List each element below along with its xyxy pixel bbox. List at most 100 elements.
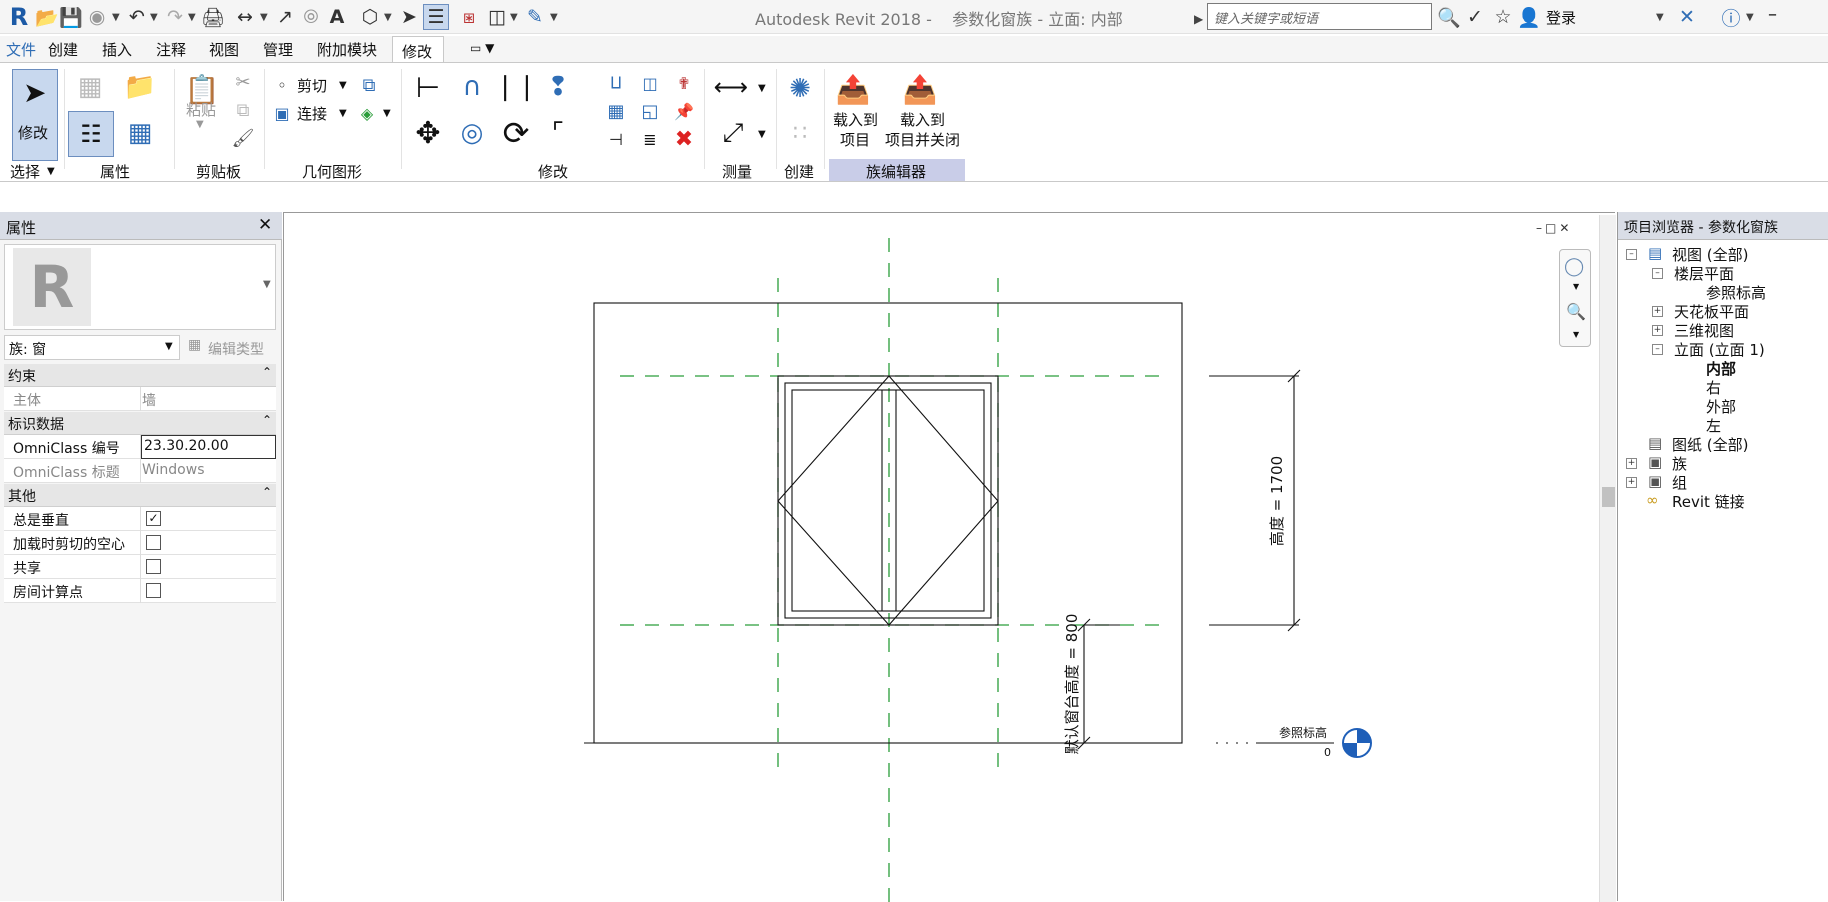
instance-filter-dropdown[interactable]: 族: 窗 ▼ [4, 335, 180, 360]
copy-icon[interactable]: ⧉ [232, 99, 254, 121]
section-icon[interactable]: ➤ [396, 4, 422, 30]
subscription-icon[interactable]: ✓ [1462, 4, 1488, 30]
load-into-project-label-2[interactable]: 项目 [840, 129, 870, 150]
tree-item-families[interactable]: 族 [1672, 453, 1687, 474]
load-and-close-label-1[interactable]: 载入到 [900, 109, 945, 130]
help-dropdown-icon[interactable]: ▼ [1746, 12, 1754, 23]
text-icon[interactable]: A [324, 4, 350, 30]
tree-item-groups[interactable]: 组 [1672, 472, 1687, 493]
sync-icon[interactable]: ◉ [84, 4, 110, 30]
type-dropdown-icon[interactable]: ▼ [263, 279, 271, 290]
scrollbar-thumb[interactable] [1602, 487, 1615, 507]
tree-item-revit-links[interactable]: Revit 链接 [1672, 491, 1745, 512]
steering-wheel-icon[interactable]: ◯ [1564, 256, 1584, 277]
tree-item-3d-views[interactable]: 三维视图 [1674, 320, 1734, 341]
edit-type-button[interactable]: ▦ 编辑类型 [184, 335, 276, 360]
select-dropdown-icon[interactable]: ▼ [47, 166, 55, 177]
tree-item-ref-level[interactable]: 参照标高 [1706, 282, 1766, 303]
zoom-dropdown-icon[interactable]: ▼ [1573, 330, 1579, 339]
tree-item-left[interactable]: 左 [1706, 415, 1721, 436]
copy-element-icon[interactable]: ◎ [454, 115, 490, 151]
tab-addins[interactable]: 附加模块 [317, 39, 377, 60]
redo-dropdown-icon[interactable]: ▼ [188, 12, 196, 23]
load-into-project-icon[interactable]: 📤 [835, 69, 871, 109]
tree-toggle-expand[interactable]: + [1652, 306, 1663, 317]
login-link[interactable]: 登录 [1546, 7, 1576, 28]
tab-modify[interactable]: 修改 [392, 36, 444, 64]
tree-toggle-collapse[interactable]: – [1652, 268, 1663, 279]
help-icon[interactable]: ⓘ [1718, 4, 1744, 30]
trim-extend-single-icon[interactable]: ⊣ [604, 127, 628, 151]
join-geometry-button[interactable]: 连接 [297, 103, 327, 124]
unpin-icon[interactable]: ✟ [672, 71, 696, 95]
offset-icon[interactable]: ∩ [454, 69, 490, 105]
switch-windows-icon[interactable]: ◫ [484, 4, 510, 30]
move-icon[interactable]: ✥ [410, 115, 446, 151]
mirror-pick-axis-icon[interactable]: ❘❘ [494, 69, 538, 105]
tab-manage[interactable]: 管理 [263, 39, 293, 60]
split-element-icon[interactable]: ⨿ [604, 71, 628, 95]
cut-scissors-icon[interactable]: ✂ [232, 71, 254, 93]
tree-item-sheets[interactable]: 图纸 (全部) [1672, 434, 1748, 455]
wall-join-icon[interactable]: ⧉ [357, 73, 381, 97]
wheel-dropdown-icon[interactable]: ▼ [1573, 282, 1579, 291]
array-icon[interactable]: ▦ [604, 99, 628, 123]
tree-toggle-expand[interactable]: + [1626, 477, 1637, 488]
family-types-icon[interactable]: ▦ [72, 69, 108, 105]
switch-dropdown-icon[interactable]: ▼ [510, 12, 518, 23]
split-dropdown-icon[interactable]: ▼ [383, 108, 391, 119]
tree-item-interior[interactable]: 内部 [1706, 358, 1736, 379]
measure-icon[interactable]: ↔ [232, 4, 258, 30]
tree-item-ceiling-plans[interactable]: 天花板平面 [1674, 301, 1749, 322]
load-and-close-icon[interactable]: 📤 [900, 69, 940, 109]
tab-annotate[interactable]: 注释 [156, 39, 186, 60]
measure-between-icon[interactable]: ⤢ [710, 113, 756, 153]
room-calc-checkbox[interactable] [146, 583, 161, 598]
save-icon[interactable]: 💾 [58, 4, 84, 30]
modify-tool-button[interactable]: ➤ 修改 [12, 69, 58, 161]
split-with-gap-icon[interactable]: ◫ [638, 71, 662, 95]
group-constraints[interactable]: 约束 ⌃ [4, 364, 276, 387]
zoom-region-icon[interactable]: 🔍 [1566, 302, 1586, 321]
default-3d-view-icon[interactable]: ⬡ [357, 4, 383, 30]
favorites-star-icon[interactable]: ☆ [1490, 4, 1516, 30]
undo-dropdown-icon[interactable]: ▼ [150, 12, 158, 23]
redo-icon[interactable]: ↷ [162, 4, 188, 30]
tree-item-floor-plans[interactable]: 楼层平面 [1674, 263, 1734, 284]
align-icon[interactable]: ⊢ [410, 69, 446, 105]
tree-toggle-collapse[interactable]: – [1652, 344, 1663, 355]
group-identity-data[interactable]: 标识数据 ⌃ [4, 412, 276, 435]
always-vertical-checkbox[interactable]: ✓ [146, 511, 161, 526]
cut-geometry-icon[interactable]: ◦ [272, 75, 292, 95]
tab-file[interactable]: 文件 [6, 39, 36, 60]
panel-toggle-icon[interactable]: ▭ ▼ [470, 41, 494, 55]
panel-select-label[interactable]: 选择 [10, 161, 40, 182]
exchange-apps-icon[interactable]: ✕ [1674, 4, 1700, 30]
pin-icon[interactable]: 📌 [672, 99, 696, 123]
login-dropdown-icon[interactable]: ▼ [1656, 12, 1664, 23]
drawing-canvas[interactable]: 高度 = 1700 默认窗台高度 = 800 参照标高 0 –□✕ ◯ ▼ 🔍 … [283, 212, 1616, 902]
open-icon[interactable]: 📂 [34, 4, 60, 30]
navigation-bar[interactable]: ◯ ▼ 🔍 ▼ [1559, 249, 1591, 347]
load-and-close-label-2[interactable]: 项目并关闭 [885, 129, 960, 150]
trim-extend-multiple-icon[interactable]: ≣ [638, 127, 662, 151]
tab-insert[interactable]: 插入 [102, 39, 132, 60]
aligned-dimension-icon[interactable]: ↗ [272, 4, 298, 30]
search-input[interactable]: 键入关键字或短语 [1207, 3, 1432, 30]
tree-toggle-expand[interactable]: + [1626, 458, 1637, 469]
3d-dropdown-icon[interactable]: ▼ [384, 12, 392, 23]
split-face-icon[interactable]: ◈ [355, 101, 379, 125]
close-hidden-windows-icon[interactable]: ⧆ [456, 4, 482, 30]
create-group-icon[interactable]: ∷ [780, 113, 820, 153]
revit-logo-icon[interactable]: R [6, 3, 32, 31]
user-icon[interactable]: 👤 [1516, 4, 1542, 30]
tree-item-right[interactable]: 右 [1706, 377, 1721, 398]
close-icon[interactable]: ✕ [258, 215, 272, 235]
tag-icon[interactable]: ⦾ [298, 4, 324, 30]
vertical-scrollbar[interactable] [1599, 215, 1616, 902]
tree-item-elevations[interactable]: 立面 (立面 1) [1674, 339, 1765, 360]
join-geometry-icon[interactable]: ▣ [272, 103, 292, 123]
group-other[interactable]: 其他 ⌃ [4, 484, 276, 507]
delete-icon[interactable]: ✖ [672, 127, 696, 152]
tab-view[interactable]: 视图 [209, 39, 239, 60]
